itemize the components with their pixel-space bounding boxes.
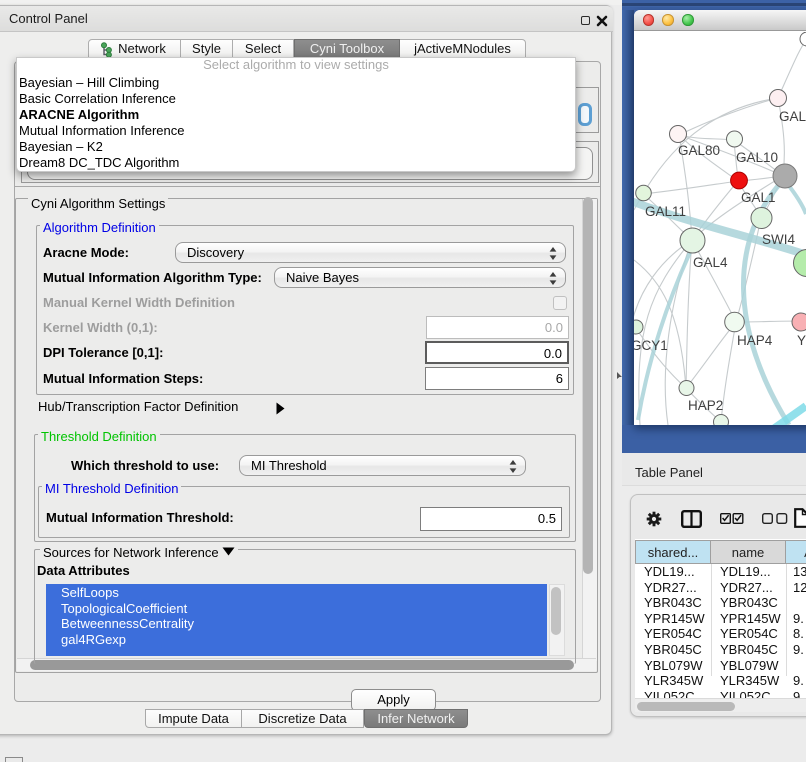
svg-text:GAL1: GAL1 [741,190,776,205]
svg-text:YB: YB [797,333,806,348]
svg-text:HAP4: HAP4 [737,333,773,348]
svg-text:GCY1: GCY1 [634,338,668,353]
svg-text:GAL7: GAL7 [779,109,806,124]
svg-text:SWI4: SWI4 [762,232,795,247]
svg-text:GAL10: GAL10 [736,150,778,165]
svg-text:GAL80: GAL80 [678,143,720,158]
svg-text:GAL11: GAL11 [645,204,686,219]
svg-text:HAP2: HAP2 [688,398,723,413]
svg-text:GAL4: GAL4 [693,255,728,270]
